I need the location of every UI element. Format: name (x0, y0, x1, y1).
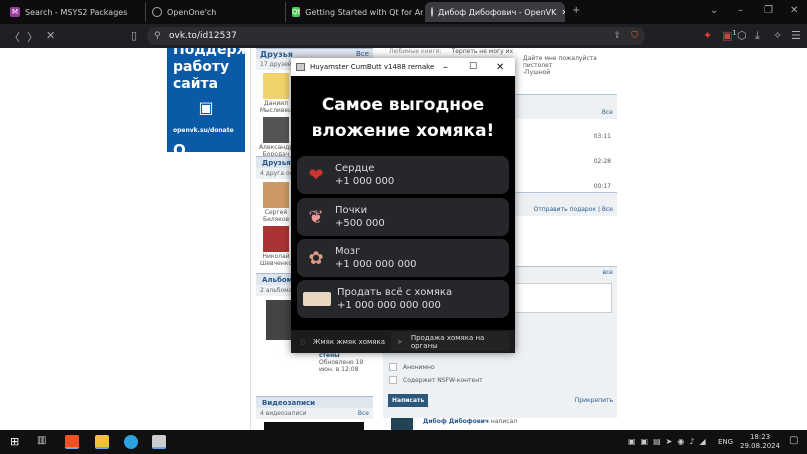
dialog-heading: Самое выгодное вложение хомяка! (311, 95, 495, 141)
notifications-icon[interactable]: ▢ (789, 435, 798, 446)
new-tab-icon[interactable]: + (572, 5, 580, 16)
hamster-app-taskbar-icon[interactable] (152, 435, 166, 449)
friend-item[interactable]: Александр Бородач (256, 117, 296, 158)
nsfw-checkbox[interactable] (389, 376, 397, 384)
brain-icon: ✿ (308, 247, 324, 269)
browser-tab-bar: M Search - MSYS2 Packages OpenOne'ch Qt Ge… (0, 0, 807, 24)
send-gift-link[interactable]: Отправить подарок (534, 206, 597, 213)
friend-item[interactable]: Николай Шевченко (256, 226, 296, 267)
tab-list-icon[interactable]: ⌄ (710, 5, 718, 16)
minimize-icon[interactable]: – (738, 5, 743, 16)
globe-icon (152, 7, 162, 17)
organ-card-sell-all[interactable]: Продать всё с хомяка +1 000 000 000 000 (297, 280, 509, 318)
friends-all-link[interactable]: Все (356, 50, 369, 58)
close-window-icon[interactable]: ✕ (790, 5, 798, 16)
openvk-logo-icon: O (173, 141, 186, 159)
tray-icons[interactable]: ▣▣▤➤◉♪◢ (628, 437, 711, 446)
openvk-icon (431, 7, 433, 17)
msys2-icon: M (10, 7, 20, 17)
minimize-icon[interactable]: – (443, 62, 448, 73)
close-icon[interactable]: ✕ (496, 62, 504, 73)
url-bar[interactable]: ⚲ ovk.to/id12537 ⇪ ⛉ (147, 27, 645, 45)
friend-item[interactable]: Сергей Беляков (256, 182, 296, 223)
brave-shields-icon[interactable]: ⛉ (631, 31, 638, 41)
extension-icon[interactable]: ✦ (703, 29, 712, 42)
tab-openvk[interactable]: Дибоф Дибофович - OpenVK ✕ (425, 2, 565, 22)
organ-card-brain[interactable]: ✿ Мозг +1 000 000 000 (297, 239, 509, 277)
bottom-tab-bar: ▯ Жмяк жмяк хомяка ➤ Продажа хомяка на орг… (291, 330, 515, 353)
anonymous-checkbox[interactable] (389, 363, 397, 371)
tab-sell-organs[interactable]: ➤ Продажа хомяка на органы (391, 332, 509, 351)
organ-card-heart[interactable]: ❤ Сердце +1 000 000 (297, 156, 509, 194)
share-icon[interactable]: ⇪ (613, 31, 621, 41)
tab-qt[interactable]: QtGetting Started with Qt for Android (285, 2, 423, 22)
forward-icon[interactable]: 〉 (27, 29, 38, 45)
extensions-icon[interactable]: ⬡ (737, 29, 747, 42)
attach-link[interactable]: Прикрепить (575, 397, 613, 404)
heart-organ-icon: ❤ (308, 164, 324, 186)
telegram-taskbar-icon[interactable] (124, 435, 138, 449)
task-view-icon[interactable]: ▥ (37, 435, 51, 449)
app-icon (296, 63, 305, 71)
tab-click-hamster[interactable]: ▯ Жмяк жмяк хомяка (291, 338, 391, 346)
tab-msys2[interactable]: M Search - MSYS2 Packages (4, 2, 144, 22)
qt-icon: Qt (292, 7, 301, 17)
window-titlebar[interactable]: Huyamster CumButt v1488 remake – ☐ ✕ (291, 58, 515, 76)
clock[interactable]: 18:23 29.08.2024 (740, 433, 780, 451)
submit-post-button[interactable]: Написать (388, 394, 429, 407)
download-icon[interactable]: ⤓ (755, 29, 760, 43)
mouse-icon: ▯ (301, 337, 305, 346)
friend-item[interactable]: Даниил Мысливец (256, 73, 296, 114)
kidneys-icon: ❦ (308, 206, 324, 228)
site-settings-icon[interactable]: ⚲ (154, 31, 161, 41)
explorer-taskbar-icon[interactable] (95, 435, 109, 449)
send-icon: ➤ (397, 337, 403, 346)
restore-icon[interactable]: ❐ (764, 5, 773, 16)
taskbar: ⊞ ▥ ▣▣▤➤◉♪◢ ENG 18:23 29.08.2024 ▢ (0, 430, 807, 454)
friends-title: Друзья (260, 49, 293, 59)
donate-banner[interactable]: Поддержи работу сайта ▣ openvk.su/donate… (167, 48, 260, 159)
bookmark-icon[interactable]: ▯ (131, 29, 137, 42)
brave-taskbar-icon[interactable] (65, 435, 79, 449)
close-tab-icon[interactable]: ✕ (561, 8, 565, 17)
maximize-icon[interactable]: ☐ (469, 62, 477, 72)
tab-openonech[interactable]: OpenOne'ch (145, 2, 283, 22)
organ-card-kidneys[interactable]: ❦ Почки +500 000 (297, 198, 509, 236)
wallet-icon[interactable]: ✧ (773, 29, 782, 42)
hamster-app-window: Huyamster CumButt v1488 remake – ☐ ✕ Сам… (291, 58, 515, 353)
language-indicator[interactable]: ENG (718, 438, 733, 446)
videos-box: Видеозаписи 4 видеозаписи Все (256, 396, 373, 430)
back-icon[interactable]: 〈 (9, 29, 20, 45)
stop-loading-icon[interactable]: ✕ (46, 29, 55, 42)
wall-post: Дибоф Дибофович написал (383, 418, 617, 430)
extension-badge-icon[interactable]: ▣1 (722, 29, 736, 42)
money-icon: ▣ (198, 98, 214, 117)
start-icon[interactable]: ⊞ (10, 435, 24, 449)
shawarma-icon (303, 292, 331, 306)
menu-icon[interactable]: ☰ (791, 29, 801, 42)
